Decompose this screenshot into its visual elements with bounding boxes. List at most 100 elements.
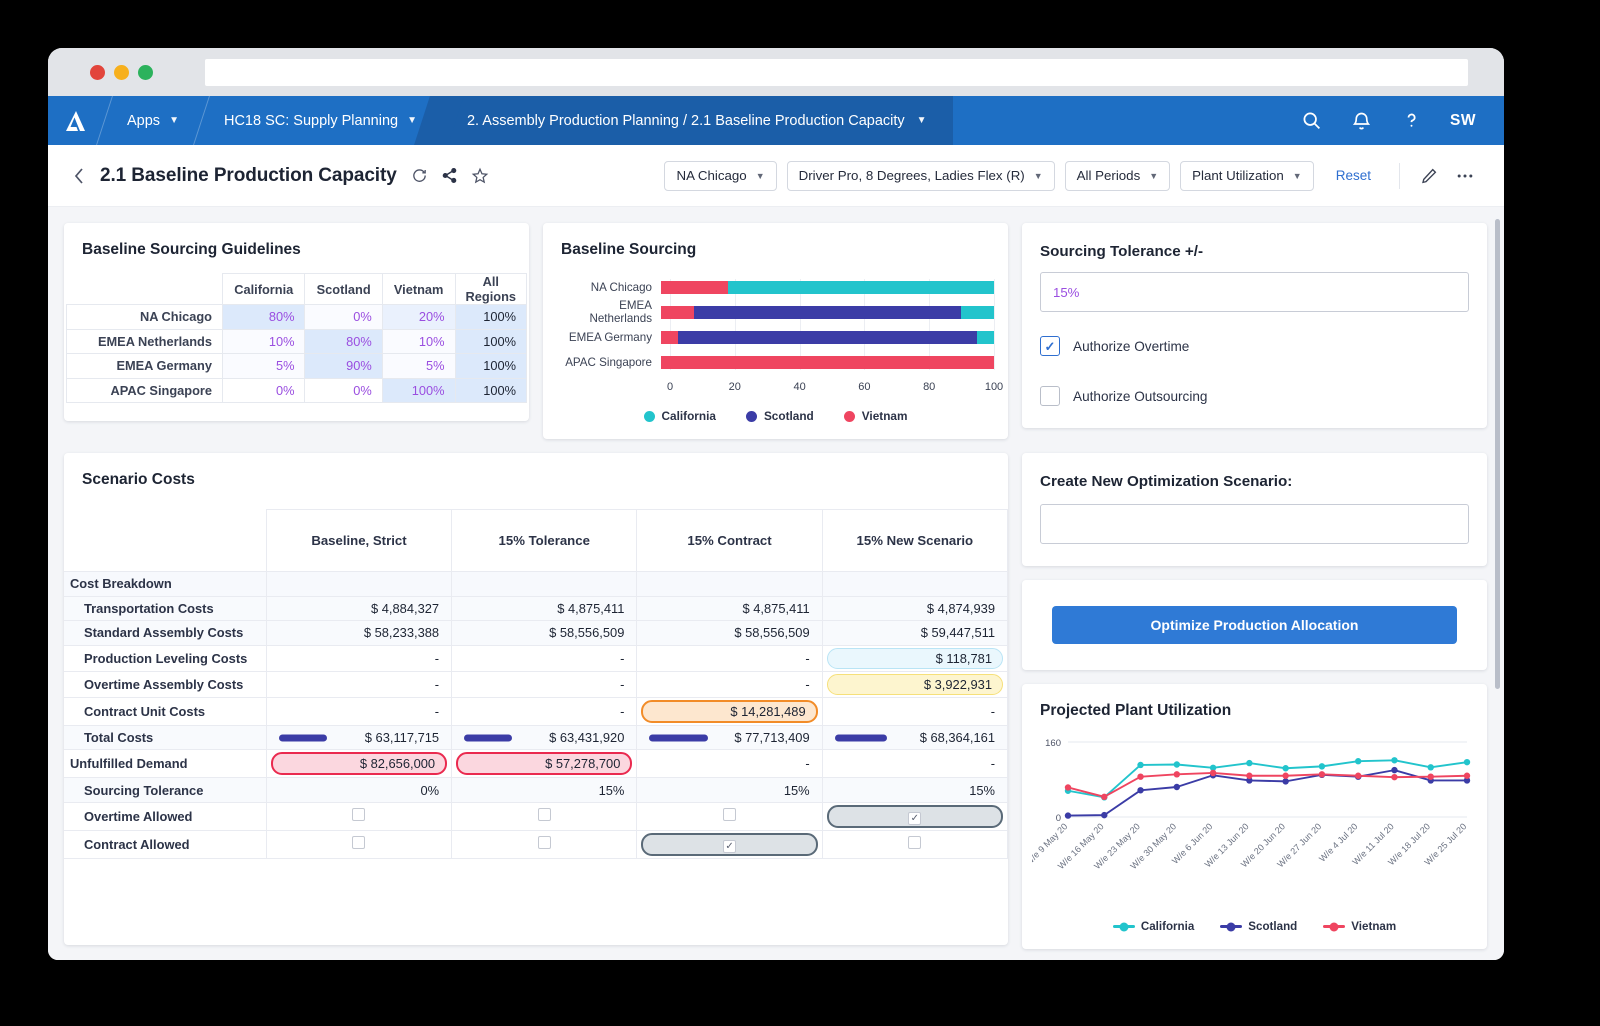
scenario-cell[interactable]: $ 77,713,409: [637, 725, 822, 750]
scenario-cell[interactable]: ✓: [822, 802, 1007, 830]
line-data-point[interactable]: [1282, 778, 1288, 784]
bar-segment-vietnam[interactable]: [661, 356, 994, 369]
filter-metric[interactable]: Plant Utilization ▼: [1180, 161, 1314, 191]
guidelines-cell[interactable]: 100%: [455, 305, 526, 330]
scenario-cell[interactable]: 15%: [637, 778, 822, 803]
favorite-star-icon[interactable]: [471, 167, 489, 185]
workspace-menu[interactable]: HC18 SC: Supply Planning ▼: [202, 96, 439, 145]
edit-pencil-icon[interactable]: [1416, 167, 1442, 185]
scenario-cell[interactable]: $ 57,278,700: [452, 750, 637, 778]
scenario-cell[interactable]: [266, 572, 451, 597]
line-data-point[interactable]: [1319, 771, 1325, 777]
scenario-cell[interactable]: $ 3,922,931: [822, 671, 1007, 697]
notifications-bell-icon[interactable]: [1350, 110, 1372, 132]
scenario-cell[interactable]: [452, 802, 637, 830]
scenario-cell[interactable]: $ 4,875,411: [452, 596, 637, 621]
breadcrumb-tab[interactable]: 2. Assembly Production Planning / 2.1 Ba…: [439, 96, 953, 145]
scenario-cell[interactable]: $ 58,556,509: [637, 621, 822, 646]
scenario-cell[interactable]: $ 4,874,939: [822, 596, 1007, 621]
guidelines-cell[interactable]: 100%: [382, 378, 455, 403]
line-data-point[interactable]: [1391, 774, 1397, 780]
legend-item-california[interactable]: California: [1113, 920, 1194, 933]
scenario-cell[interactable]: $ 63,431,920: [452, 725, 637, 750]
guidelines-cell[interactable]: 100%: [455, 354, 526, 379]
help-icon[interactable]: [1400, 110, 1422, 132]
authorize-overtime-row[interactable]: Authorize Overtime: [1040, 336, 1469, 356]
bar-segment-vietnam[interactable]: [661, 281, 728, 294]
scenario-cell[interactable]: $ 68,364,161: [822, 725, 1007, 750]
scenario-cell[interactable]: [637, 572, 822, 597]
authorize-overtime-checkbox[interactable]: [1040, 336, 1060, 356]
scenario-cell[interactable]: -: [822, 750, 1007, 778]
back-button[interactable]: [66, 167, 92, 185]
search-icon[interactable]: [1300, 110, 1322, 132]
line-data-point[interactable]: [1065, 784, 1071, 790]
scenario-cell[interactable]: -: [266, 645, 451, 671]
scenario-cell[interactable]: $ 4,884,327: [266, 596, 451, 621]
scenario-cell[interactable]: [822, 572, 1007, 597]
line-data-point[interactable]: [1391, 767, 1397, 773]
scenario-checkbox[interactable]: [538, 836, 551, 849]
bar-segment-california[interactable]: [977, 331, 994, 344]
scenario-cell[interactable]: -: [822, 697, 1007, 725]
bar-segment-california[interactable]: [961, 306, 994, 319]
scenario-cell[interactable]: -: [266, 697, 451, 725]
scenario-cell[interactable]: [266, 830, 451, 858]
legend-item-california[interactable]: California: [644, 409, 716, 423]
line-data-point[interactable]: [1174, 761, 1180, 767]
scenario-cell[interactable]: -: [637, 750, 822, 778]
scenario-cell[interactable]: $ 63,117,715: [266, 725, 451, 750]
line-data-point[interactable]: [1210, 770, 1216, 776]
reset-filters-button[interactable]: Reset: [1324, 168, 1383, 183]
scrollbar-thumb[interactable]: [1495, 219, 1500, 689]
scenario-cell[interactable]: $ 58,233,388: [266, 621, 451, 646]
line-data-point[interactable]: [1174, 771, 1180, 777]
scenario-cell[interactable]: [266, 802, 451, 830]
line-data-point[interactable]: [1464, 773, 1470, 779]
guidelines-cell[interactable]: 10%: [223, 329, 305, 354]
line-data-point[interactable]: [1101, 794, 1107, 800]
bar-segment-vietnam[interactable]: [661, 306, 694, 319]
new-scenario-input[interactable]: [1040, 504, 1469, 544]
line-data-point[interactable]: [1428, 764, 1434, 770]
scenario-cell[interactable]: -: [452, 645, 637, 671]
scenario-checkbox[interactable]: [352, 808, 365, 821]
address-bar[interactable]: [205, 59, 1468, 86]
scenario-cell[interactable]: [452, 830, 637, 858]
apps-menu[interactable]: Apps ▼: [105, 96, 201, 145]
filter-period[interactable]: All Periods ▼: [1065, 161, 1170, 191]
scrollbar-track[interactable]: [1497, 207, 1502, 960]
maximize-window-icon[interactable]: [138, 65, 153, 80]
guidelines-cell[interactable]: 80%: [305, 329, 382, 354]
line-data-point[interactable]: [1137, 787, 1143, 793]
line-data-point[interactable]: [1065, 812, 1071, 818]
scenario-cell[interactable]: $ 82,656,000: [266, 750, 451, 778]
app-logo-icon[interactable]: [48, 96, 104, 145]
guidelines-cell[interactable]: 0%: [305, 378, 382, 403]
line-data-point[interactable]: [1282, 773, 1288, 779]
line-data-point[interactable]: [1282, 765, 1288, 771]
window-traffic-lights[interactable]: [90, 65, 153, 80]
scenario-cell[interactable]: [822, 830, 1007, 858]
close-window-icon[interactable]: [90, 65, 105, 80]
optimize-production-allocation-button[interactable]: Optimize Production Allocation: [1052, 606, 1457, 644]
scenario-cell[interactable]: 0%: [266, 778, 451, 803]
tolerance-input[interactable]: 15%: [1040, 272, 1469, 312]
scenario-cell[interactable]: -: [452, 671, 637, 697]
scenario-cell[interactable]: [637, 802, 822, 830]
legend-item-scotland[interactable]: Scotland: [1220, 920, 1297, 933]
guidelines-cell[interactable]: 90%: [305, 354, 382, 379]
scenario-cell[interactable]: $ 58,556,509: [452, 621, 637, 646]
guidelines-cell[interactable]: 80%: [223, 305, 305, 330]
legend-item-vietnam[interactable]: Vietnam: [1323, 920, 1396, 933]
guidelines-cell[interactable]: 20%: [382, 305, 455, 330]
line-data-point[interactable]: [1464, 759, 1470, 765]
user-avatar[interactable]: SW: [1450, 112, 1476, 130]
authorize-outsourcing-checkbox[interactable]: [1040, 386, 1060, 406]
line-data-point[interactable]: [1319, 763, 1325, 769]
scenario-cell[interactable]: [452, 572, 637, 597]
scenario-cell[interactable]: -: [452, 697, 637, 725]
guidelines-cell[interactable]: 100%: [455, 329, 526, 354]
scenario-cell[interactable]: -: [266, 671, 451, 697]
line-data-point[interactable]: [1137, 762, 1143, 768]
